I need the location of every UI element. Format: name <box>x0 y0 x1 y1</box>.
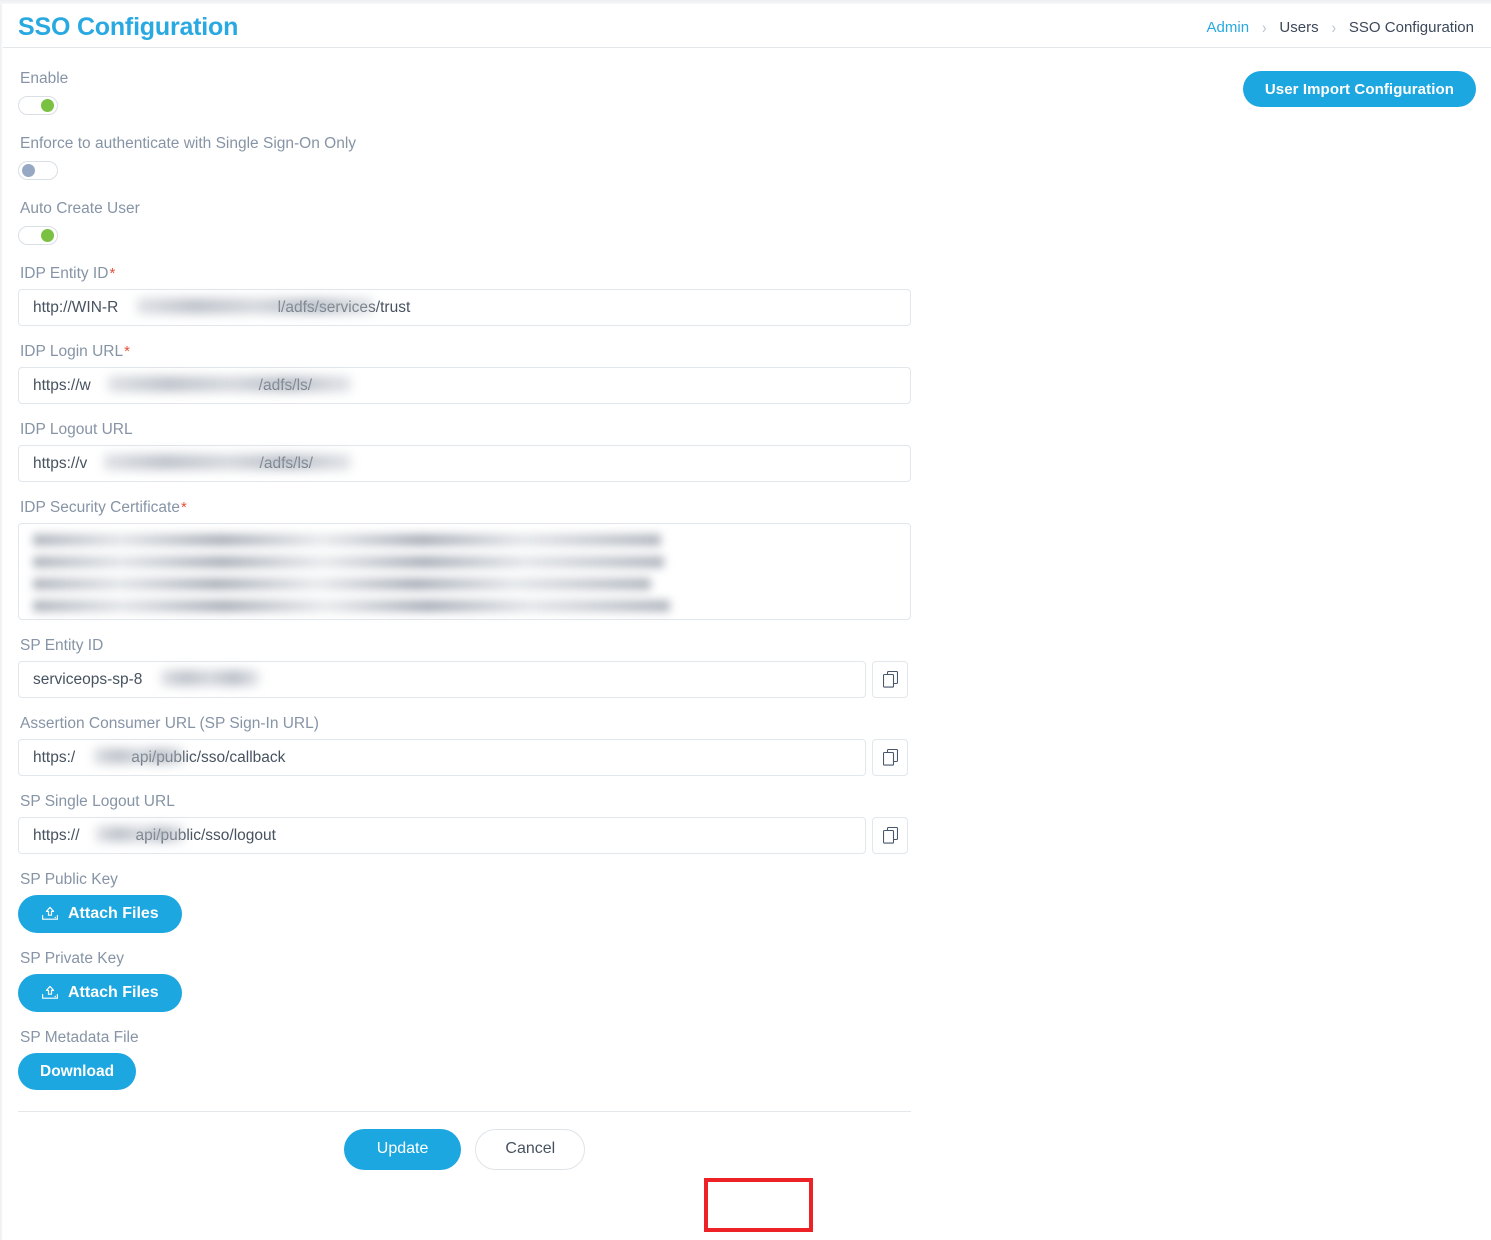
attach-files-label: Attach Files <box>68 984 159 1001</box>
field-sp-public-key: SP Public Key Attach Files <box>18 871 1476 933</box>
idp-login-url-input[interactable] <box>18 367 911 404</box>
sso-configuration-page: SSO Configuration Admin › Users › SSO Co… <box>3 4 1491 1240</box>
assertion-consumer-url-label: Assertion Consumer URL (SP Sign-In URL) <box>20 715 319 732</box>
field-auto-create-user: Auto Create User <box>18 200 1476 245</box>
field-idp-logout-url: IDP Logout URL <box>18 421 1476 482</box>
breadcrumb-item-users[interactable]: Users <box>1279 19 1318 36</box>
breadcrumb-item-sso-configuration: SSO Configuration <box>1348 19 1474 36</box>
toggle-knob <box>41 99 54 112</box>
enforce-sso-label: Enforce to authenticate with Single Sign… <box>20 135 357 152</box>
footer-actions: Update Cancel <box>18 1112 911 1186</box>
required-marker: * <box>109 265 116 282</box>
toggle-knob <box>22 164 35 177</box>
sp-entity-id-label: SP Entity ID <box>20 637 104 654</box>
auto-create-user-toggle[interactable] <box>18 226 58 245</box>
upload-icon <box>42 906 58 920</box>
assertion-consumer-url-copy-button[interactable] <box>872 739 908 776</box>
field-idp-login-url: IDP Login URL* <box>18 343 1476 404</box>
upload-icon <box>42 985 58 999</box>
idp-logout-url-label: IDP Logout URL <box>20 421 133 438</box>
field-idp-security-certificate: IDP Security Certificate* <box>18 499 1476 620</box>
field-idp-entity-id: IDP Entity ID* <box>18 265 1476 326</box>
page-header: SSO Configuration Admin › Users › SSO Co… <box>3 4 1491 48</box>
sp-public-key-attach-files-button[interactable]: Attach Files <box>18 895 182 933</box>
sp-private-key-label: SP Private Key <box>20 950 124 967</box>
copy-icon <box>882 671 898 688</box>
sp-single-logout-url-input[interactable] <box>18 817 866 854</box>
field-assertion-consumer-url: Assertion Consumer URL (SP Sign-In URL) <box>18 715 1476 776</box>
breadcrumb: Admin › Users › SSO Configuration <box>1207 18 1474 37</box>
sp-private-key-attach-files-button[interactable]: Attach Files <box>18 974 182 1012</box>
idp-login-url-label: IDP Login URL* <box>20 343 130 360</box>
assertion-consumer-url-input[interactable] <box>18 739 866 776</box>
user-import-configuration-button[interactable]: User Import Configuration <box>1242 71 1476 107</box>
field-sp-private-key: SP Private Key Attach Files <box>18 950 1476 1012</box>
idp-logout-url-input[interactable] <box>18 445 911 482</box>
page-title: SSO Configuration <box>18 13 239 41</box>
enforce-sso-toggle[interactable] <box>18 161 58 180</box>
form-body: User Import Configuration Enable Enforce… <box>3 48 1491 1186</box>
chevron-right-icon: › <box>1331 18 1336 37</box>
cancel-button[interactable]: Cancel <box>475 1128 586 1170</box>
sp-single-logout-url-label: SP Single Logout URL <box>20 793 175 810</box>
enable-toggle[interactable] <box>18 96 58 115</box>
chevron-right-icon: › <box>1262 18 1267 37</box>
field-enforce-sso: Enforce to authenticate with Single Sign… <box>18 135 1476 180</box>
breadcrumb-item-admin[interactable]: Admin <box>1207 19 1250 36</box>
field-sp-single-logout-url: SP Single Logout URL <box>18 793 1476 854</box>
idp-entity-id-input[interactable] <box>18 289 911 326</box>
toggle-knob <box>41 229 54 242</box>
field-sp-entity-id: SP Entity ID <box>18 637 1476 698</box>
sp-metadata-file-download-button[interactable]: Download <box>18 1053 137 1090</box>
sp-entity-id-copy-button[interactable] <box>872 661 908 698</box>
required-marker: * <box>180 499 187 516</box>
sp-single-logout-url-copy-button[interactable] <box>872 817 908 854</box>
sp-public-key-label: SP Public Key <box>20 871 118 888</box>
required-marker: * <box>124 343 130 360</box>
sp-entity-id-input[interactable] <box>18 661 866 698</box>
copy-icon <box>882 749 898 766</box>
idp-security-certificate-label: IDP Security Certificate* <box>20 499 187 516</box>
idp-security-certificate-textarea[interactable] <box>18 523 911 620</box>
copy-icon <box>882 827 898 844</box>
sp-metadata-file-label: SP Metadata File <box>20 1029 139 1046</box>
auto-create-user-label: Auto Create User <box>20 200 140 217</box>
field-sp-metadata-file: SP Metadata File Download <box>18 1029 1476 1090</box>
idp-entity-id-label: IDP Entity ID* <box>20 265 116 282</box>
attach-files-label: Attach Files <box>68 905 159 922</box>
update-button[interactable]: Update <box>343 1128 462 1170</box>
